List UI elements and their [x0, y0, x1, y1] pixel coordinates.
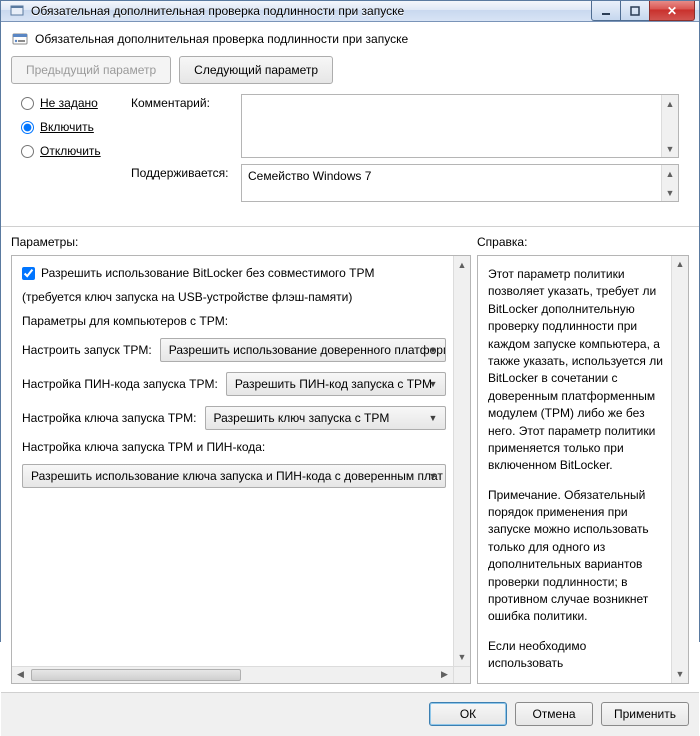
scroll-right-icon[interactable]: ▶ — [436, 667, 453, 683]
key-value: Разрешить ключ запуска с TPM — [214, 411, 390, 425]
parameters-title: Параметры: — [11, 235, 471, 249]
help-panel: Этот параметр политики позволяет указать… — [477, 255, 689, 684]
supported-value: Семейство Windows 7 — [248, 169, 371, 183]
keypin-label: Настройка ключа запуска TPM и ПИН-кода: — [22, 440, 446, 454]
footer: ОК Отмена Применить — [1, 692, 699, 736]
dialog-window: Обязательная дополнительная проверка под… — [0, 0, 700, 642]
titlebar[interactable]: Обязательная дополнительная проверка под… — [1, 1, 699, 22]
help-title: Справка: — [477, 235, 689, 249]
cancel-button[interactable]: Отмена — [515, 702, 593, 726]
help-paragraph: Этот параметр политики позволяет указать… — [488, 266, 664, 475]
supported-box: Семейство Windows 7 ▲ ▼ — [241, 164, 679, 202]
supported-label: Поддерживается: — [131, 164, 241, 202]
scroll-left-icon[interactable]: ◀ — [12, 667, 29, 683]
scroll-down-icon[interactable]: ▼ — [454, 649, 470, 666]
help-vscroll[interactable]: ▲ ▼ — [671, 256, 688, 683]
parameters-panel: Разрешить использование BitLocker без со… — [11, 255, 471, 684]
chevron-down-icon: ▼ — [425, 407, 441, 429]
previous-setting-button[interactable]: Предыдущий параметр — [11, 56, 171, 84]
comment-label: Комментарий: — [131, 94, 241, 158]
help-paragraph: Если необходимо использовать — [488, 638, 664, 673]
header: Обязательная дополнительная проверка под… — [1, 22, 699, 218]
configure-tpm-startup-value: Разрешить использование доверенного плат… — [169, 343, 446, 357]
radio-disabled-label[interactable]: Отключить — [40, 144, 101, 158]
window-buttons: ✕ — [592, 1, 695, 21]
radio-disabled[interactable] — [21, 145, 34, 158]
content-area: Обязательная дополнительная проверка под… — [1, 22, 699, 736]
keypin-value: Разрешить использование ключа запуска и … — [31, 469, 443, 483]
window-title: Обязательная дополнительная проверка под… — [31, 4, 592, 18]
configure-tpm-startup-combo[interactable]: Разрешить использование доверенного плат… — [160, 338, 446, 362]
radio-not-configured-label[interactable]: Не задано — [40, 96, 98, 110]
key-combo[interactable]: Разрешить ключ запуска с TPM ▼ — [205, 406, 446, 430]
params-hscroll[interactable]: ◀ ▶ — [12, 666, 453, 683]
chevron-down-icon: ▼ — [425, 339, 441, 361]
pin-label: Настройка ПИН-кода запуска TPM: — [22, 377, 218, 391]
pin-combo[interactable]: Разрешить ПИН-код запуска с TPM ▼ — [226, 372, 446, 396]
allow-no-tpm-checkbox[interactable] — [22, 267, 35, 280]
header-title: Обязательная дополнительная проверка под… — [35, 32, 408, 46]
chevron-down-icon: ▼ — [425, 465, 441, 487]
pin-value: Разрешить ПИН-код запуска с TPM — [235, 377, 432, 391]
params-vscroll[interactable]: ▲ ▼ — [453, 256, 470, 666]
chevron-down-icon: ▼ — [425, 373, 441, 395]
radio-enabled-label[interactable]: Включить — [40, 120, 94, 134]
maximize-button[interactable] — [620, 1, 650, 21]
scroll-up-icon[interactable]: ▲ — [662, 95, 678, 112]
configure-tpm-startup-label: Настроить запуск TPM: — [22, 343, 152, 357]
close-button[interactable]: ✕ — [649, 1, 695, 21]
app-icon — [9, 3, 25, 19]
policy-icon — [11, 30, 29, 48]
radio-enabled[interactable] — [21, 121, 34, 134]
scroll-up-icon[interactable]: ▲ — [454, 256, 470, 273]
scroll-corner — [453, 666, 470, 683]
comment-textarea[interactable]: ▲ ▼ — [241, 94, 679, 158]
radio-not-configured[interactable] — [21, 97, 34, 110]
scroll-up-icon[interactable]: ▲ — [672, 256, 688, 273]
comment-scrollbar[interactable]: ▲ ▼ — [661, 95, 678, 157]
tpm-section-label: Параметры для компьютеров с TPM: — [22, 314, 446, 328]
scroll-down-icon[interactable]: ▼ — [662, 184, 678, 201]
minimize-button[interactable] — [591, 1, 621, 21]
usb-note: (требуется ключ запуска на USB-устройств… — [22, 290, 446, 304]
keypin-combo[interactable]: Разрешить использование ключа запуска и … — [22, 464, 446, 488]
key-label: Настройка ключа запуска TPM: — [22, 411, 197, 425]
help-paragraph: Примечание. Обязательный порядок примене… — [488, 487, 664, 626]
scroll-down-icon[interactable]: ▼ — [672, 666, 688, 683]
next-setting-button[interactable]: Следующий параметр — [179, 56, 333, 84]
ok-button[interactable]: ОК — [429, 702, 507, 726]
supported-scrollbar[interactable]: ▲ ▼ — [661, 165, 678, 201]
apply-button[interactable]: Применить — [601, 702, 689, 726]
scroll-down-icon[interactable]: ▼ — [662, 140, 678, 157]
hscroll-thumb[interactable] — [31, 669, 241, 681]
allow-no-tpm-label[interactable]: Разрешить использование BitLocker без со… — [41, 266, 374, 280]
state-radio-group: Не задано Включить Отключить — [21, 94, 131, 208]
scroll-up-icon[interactable]: ▲ — [662, 165, 678, 182]
